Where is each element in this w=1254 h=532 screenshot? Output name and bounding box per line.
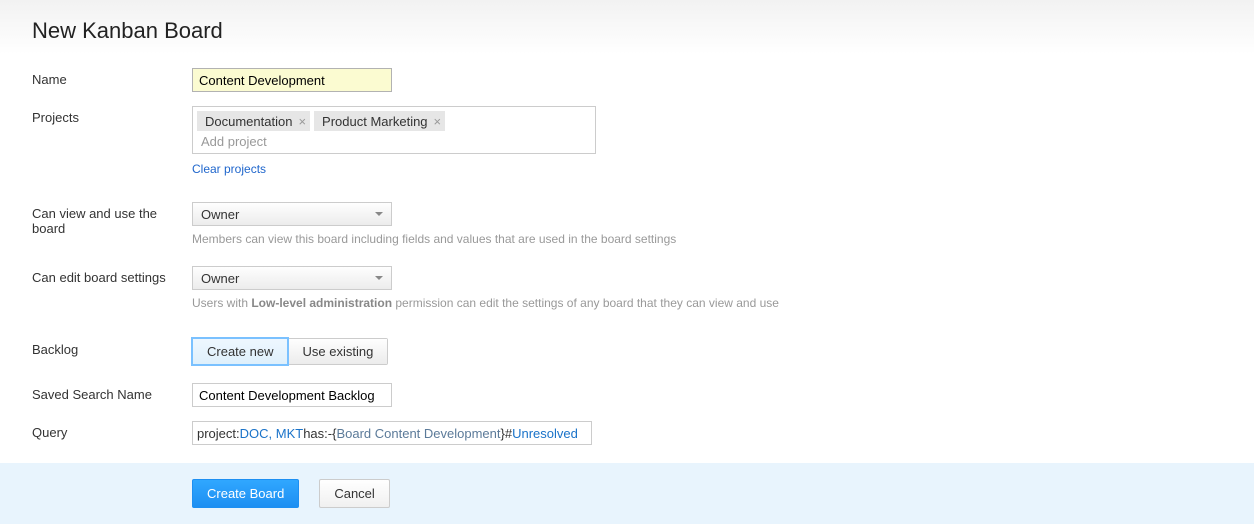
query-label: Query	[32, 421, 192, 440]
saved-search-input[interactable]	[192, 383, 392, 407]
can-edit-select[interactable]: Owner	[192, 266, 392, 290]
name-label: Name	[32, 68, 192, 87]
backlog-segment: Create new Use existing	[192, 338, 388, 365]
can-view-hint: Members can view this board including fi…	[192, 232, 1222, 246]
saved-search-label: Saved Search Name	[32, 383, 192, 402]
project-tag-label: Documentation	[205, 114, 292, 129]
footer-bar: Create Board Cancel	[0, 463, 1254, 524]
chevron-down-icon	[375, 212, 383, 216]
add-project-input[interactable]	[197, 131, 591, 149]
create-board-button[interactable]: Create Board	[192, 479, 299, 508]
project-tag-label: Product Marketing	[322, 114, 428, 129]
can-edit-label: Can edit board settings	[32, 266, 192, 285]
can-view-value: Owner	[201, 207, 239, 222]
remove-tag-icon[interactable]: ×	[298, 114, 306, 129]
can-edit-hint: Users with Low-level administration perm…	[192, 296, 1222, 310]
clear-projects-link[interactable]: Clear projects	[192, 162, 266, 176]
can-view-select[interactable]: Owner	[192, 202, 392, 226]
project-tag: Documentation ×	[197, 111, 310, 131]
remove-tag-icon[interactable]: ×	[434, 114, 442, 129]
chevron-down-icon	[375, 276, 383, 280]
can-edit-value: Owner	[201, 271, 239, 286]
backlog-label: Backlog	[32, 338, 192, 357]
project-tag: Product Marketing ×	[314, 111, 445, 131]
projects-tags-box[interactable]: Documentation × Product Marketing ×	[192, 106, 596, 154]
seg-create-new[interactable]: Create new	[193, 339, 287, 364]
seg-use-existing[interactable]: Use existing	[287, 339, 387, 364]
query-input[interactable]: project: DOC, MKT has: -{Board Content D…	[192, 421, 592, 445]
name-input[interactable]	[192, 68, 392, 92]
projects-label: Projects	[32, 106, 192, 125]
page-title: New Kanban Board	[32, 18, 1222, 44]
can-view-label: Can view and use the board	[32, 202, 192, 236]
cancel-button[interactable]: Cancel	[319, 479, 389, 508]
